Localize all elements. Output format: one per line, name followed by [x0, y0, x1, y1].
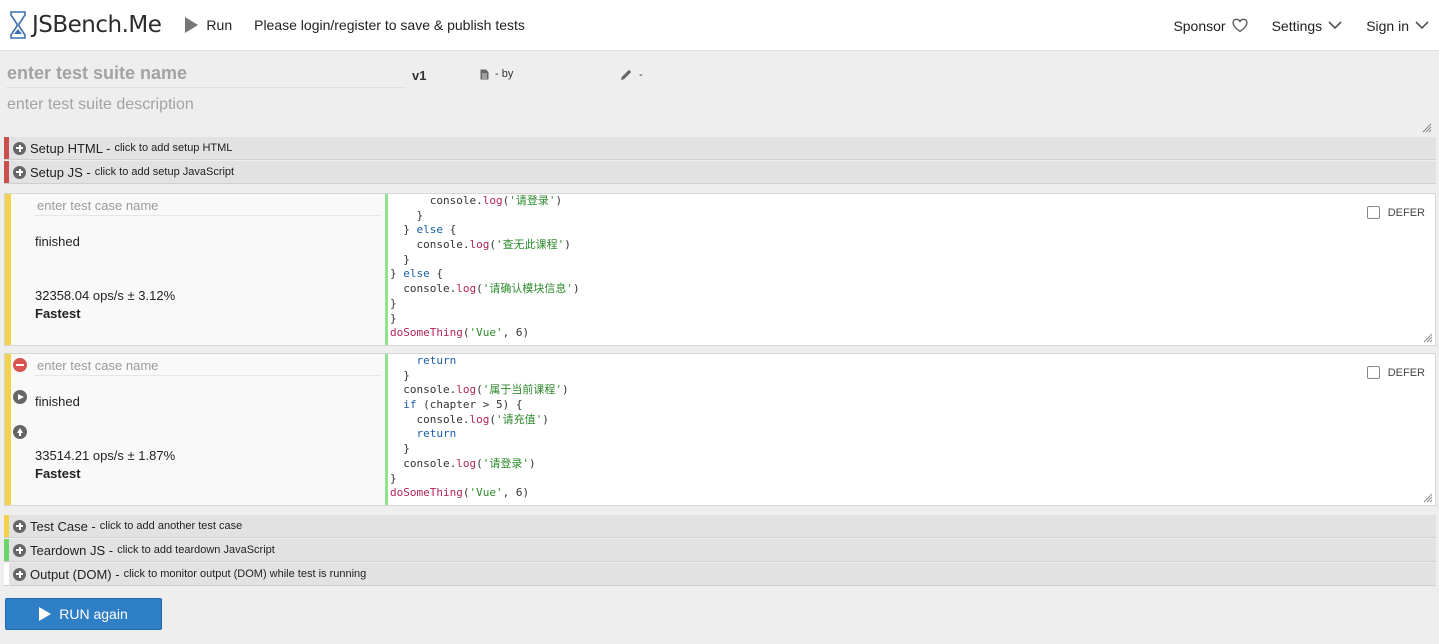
- remove-test-case-icon[interactable]: [13, 358, 27, 372]
- move-up-icon[interactable]: [13, 425, 27, 439]
- teardown-js-section[interactable]: Teardown JS - click to add teardown Java…: [4, 539, 1436, 562]
- login-message[interactable]: Please login/register to save & publish …: [254, 17, 525, 33]
- edit-text: -: [639, 68, 643, 81]
- defer-checkbox[interactable]: [1366, 366, 1380, 379]
- section-color-bar: [4, 563, 9, 585]
- settings-menu[interactable]: Settings: [1272, 18, 1343, 34]
- section-title: Setup HTML -: [30, 140, 111, 156]
- section-color-bar: [4, 137, 9, 159]
- document-icon: [480, 69, 489, 79]
- test-case-ops: 32358.04 ops/s ± 3.12%: [35, 288, 176, 303]
- plus-circle-icon: [13, 543, 26, 557]
- suite-description-input[interactable]: [6, 94, 1434, 134]
- defer-label: DEFER: [1387, 366, 1425, 379]
- heart-icon: [1231, 18, 1248, 33]
- code-content[interactable]: } else { console.log('请登录') } } else { c…: [390, 194, 580, 341]
- play-icon: [39, 607, 52, 621]
- defer-option[interactable]: DEFER: [1366, 206, 1425, 219]
- section-hint: click to add teardown JavaScript: [117, 544, 275, 556]
- play-icon: [185, 17, 199, 33]
- author-text: - by: [495, 68, 514, 80]
- settings-label: Settings: [1271, 17, 1323, 34]
- test-case-name-input[interactable]: [35, 196, 381, 216]
- test-case-info-panel: [11, 194, 385, 345]
- run-again-label: RUN again: [59, 606, 128, 622]
- section-hint: click to add setup HTML: [114, 142, 233, 154]
- section-hint: click to monitor output (DOM) while test…: [123, 568, 367, 580]
- section-title: Teardown JS -: [30, 542, 114, 558]
- add-test-case-section[interactable]: Test Case - click to add another test ca…: [4, 515, 1436, 538]
- plus-circle-icon: [13, 567, 26, 581]
- section-title: Setup JS -: [30, 164, 91, 180]
- test-case-name-input[interactable]: [35, 356, 381, 376]
- output-dom-section[interactable]: Output (DOM) - click to monitor output (…: [4, 563, 1436, 586]
- suite-edit-meta: -: [620, 68, 643, 81]
- section-hint: click to add setup JavaScript: [94, 166, 235, 178]
- signin-menu[interactable]: Sign in: [1366, 18, 1429, 34]
- chevron-down-icon: [1328, 21, 1342, 30]
- sponsor-label: Sponsor: [1173, 17, 1226, 34]
- resize-handle-icon[interactable]: [1423, 333, 1433, 343]
- version-label: v1: [412, 68, 427, 83]
- signin-label: Sign in: [1366, 17, 1409, 34]
- nav-right: Sponsor Settings Sign in: [1149, 0, 1429, 51]
- run-again-button[interactable]: RUN again: [5, 598, 162, 630]
- nav-run-button[interactable]: Run: [185, 17, 232, 33]
- hourglass-logo-icon: [10, 11, 26, 39]
- test-case-status: finished: [35, 394, 80, 409]
- setup-js-section[interactable]: Setup JS - click to add setup JavaScript: [4, 161, 1436, 184]
- setup-html-section[interactable]: Setup HTML - click to add setup HTML: [4, 137, 1436, 160]
- test-case-1: finished 32358.04 ops/s ± 3.12% Fastest …: [4, 193, 1436, 346]
- test-case-rank: Fastest: [35, 466, 81, 481]
- plus-circle-icon: [13, 141, 26, 155]
- test-case-rank: Fastest: [35, 306, 81, 321]
- test-case-info-panel: [11, 354, 385, 505]
- pencil-icon: [621, 69, 632, 80]
- top-navbar: JSBench.Me Run Please login/register to …: [0, 0, 1439, 51]
- section-color-bar: [4, 515, 9, 537]
- resize-handle-icon[interactable]: [1422, 123, 1432, 133]
- suite-author-meta: - by: [480, 68, 513, 80]
- resize-handle-icon[interactable]: [1423, 493, 1433, 503]
- defer-label: DEFER: [1387, 206, 1425, 219]
- defer-option[interactable]: DEFER: [1366, 366, 1425, 379]
- chevron-down-icon: [1415, 21, 1429, 30]
- section-hint: click to add another test case: [99, 520, 243, 532]
- nav-run-label: Run: [206, 17, 233, 33]
- section-color-bar: [4, 539, 9, 561]
- code-editor[interactable]: return } console.log('属于当前课程') if (chapt…: [385, 354, 1435, 505]
- section-title: Output (DOM) -: [30, 566, 120, 582]
- run-test-case-icon[interactable]: [13, 390, 27, 404]
- brand-name: JSBench.Me: [32, 12, 162, 38]
- suite-name-input[interactable]: [6, 60, 406, 88]
- test-case-ops: 33514.21 ops/s ± 1.87%: [35, 448, 176, 463]
- defer-checkbox[interactable]: [1366, 206, 1380, 219]
- brand[interactable]: JSBench.Me: [10, 11, 162, 39]
- test-case-2: finished 33514.21 ops/s ± 1.87% Fastest …: [4, 353, 1436, 506]
- code-editor[interactable]: } else { console.log('请登录') } } else { c…: [385, 194, 1435, 345]
- section-color-bar: [4, 161, 9, 183]
- plus-circle-icon: [13, 165, 26, 179]
- test-case-status: finished: [35, 234, 80, 249]
- section-title: Test Case -: [30, 518, 96, 534]
- sponsor-link[interactable]: Sponsor: [1173, 17, 1248, 34]
- plus-circle-icon: [13, 519, 26, 533]
- code-content[interactable]: return } console.log('属于当前课程') if (chapt…: [390, 354, 569, 501]
